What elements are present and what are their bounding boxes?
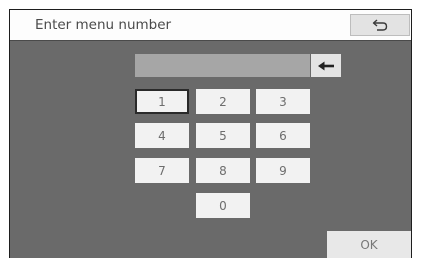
ok-button[interactable]: OK <box>327 231 411 258</box>
key-5[interactable]: 5 <box>196 123 250 148</box>
key-2[interactable]: 2 <box>196 89 250 114</box>
menu-number-dialog: Enter menu number 1 2 3 4 5 6 7 8 9 0 OK <box>9 9 412 258</box>
key-9[interactable]: 9 <box>256 158 310 183</box>
backspace-button[interactable] <box>311 54 341 77</box>
left-arrow-icon <box>318 61 334 70</box>
number-display-field[interactable] <box>135 54 310 77</box>
key-7[interactable]: 7 <box>135 158 189 183</box>
key-8[interactable]: 8 <box>196 158 250 183</box>
page-title: Enter menu number <box>35 17 172 33</box>
key-1[interactable]: 1 <box>135 89 189 114</box>
back-button[interactable] <box>350 14 410 36</box>
key-6[interactable]: 6 <box>256 123 310 148</box>
key-4[interactable]: 4 <box>135 123 189 148</box>
key-0[interactable]: 0 <box>196 193 250 218</box>
dialog-header: Enter menu number <box>10 10 411 41</box>
key-3[interactable]: 3 <box>256 89 310 114</box>
return-arrow-icon <box>372 19 388 31</box>
